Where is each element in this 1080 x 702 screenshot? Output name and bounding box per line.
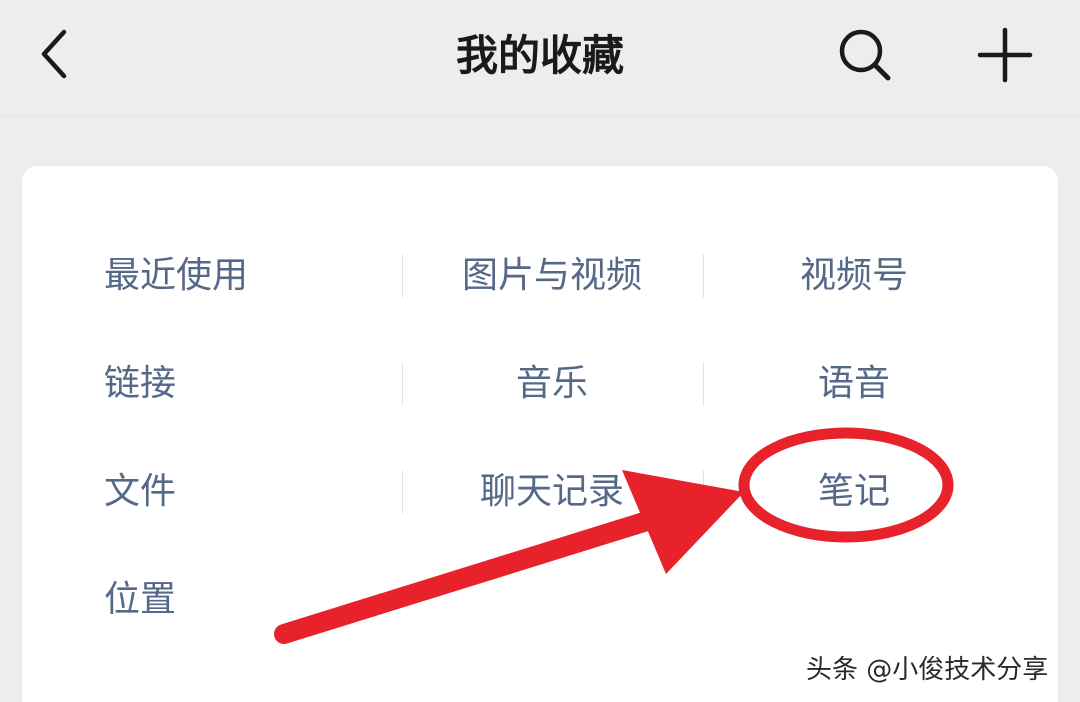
nav-header: 我的收藏	[0, 0, 1080, 116]
category-voice[interactable]: 语音	[704, 354, 1004, 414]
search-icon	[839, 29, 891, 81]
search-button[interactable]	[834, 26, 894, 82]
watermark: 头条 @小俊技术分享	[806, 655, 1049, 685]
chevron-left-icon	[41, 29, 67, 79]
category-music[interactable]: 音乐	[402, 354, 702, 414]
category-chat-history[interactable]: 聊天记录	[402, 462, 702, 522]
category-channels[interactable]: 视频号	[704, 246, 1004, 306]
back-button[interactable]	[30, 24, 82, 84]
favorites-page: 我的收藏 最近使用 图片与视频 视频号 链接 音乐 语音 文件 聊天记录 笔记	[0, 0, 1080, 702]
category-location[interactable]: 位置	[104, 570, 394, 630]
category-files[interactable]: 文件	[104, 462, 394, 522]
page-title: 我的收藏	[455, 31, 624, 80]
category-notes[interactable]: 笔记	[704, 462, 1004, 522]
category-card: 最近使用 图片与视频 视频号 链接 音乐 语音 文件 聊天记录 笔记 位置	[22, 166, 1058, 702]
plus-icon	[977, 27, 1033, 83]
category-images-videos[interactable]: 图片与视频	[402, 246, 702, 306]
category-recent[interactable]: 最近使用	[104, 246, 394, 306]
category-links[interactable]: 链接	[104, 354, 394, 414]
add-button[interactable]	[974, 24, 1036, 86]
